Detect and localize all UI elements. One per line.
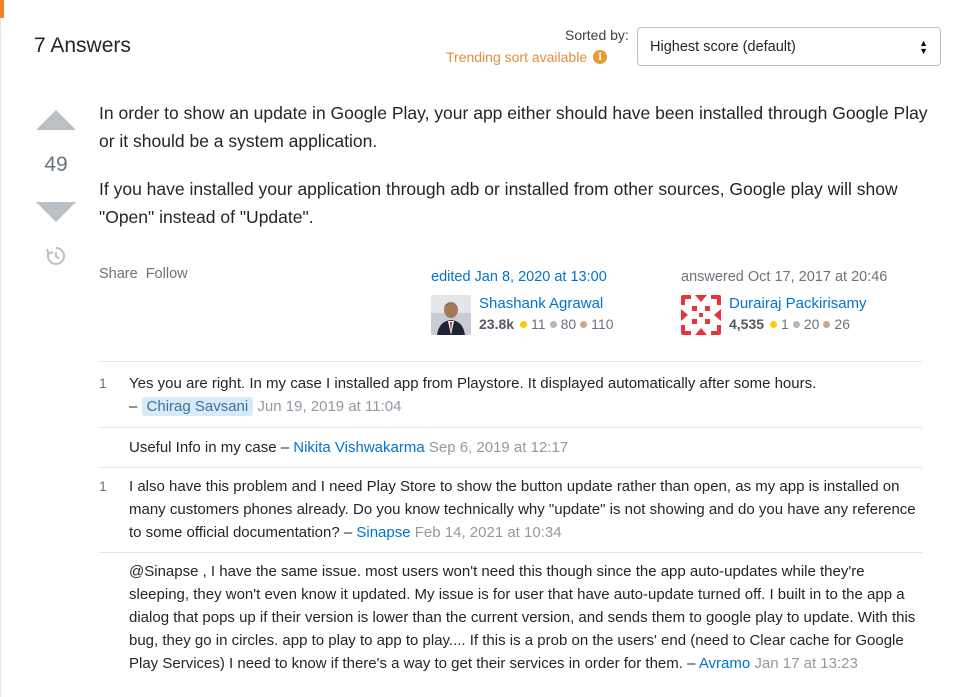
comment-date[interactable]: Feb 14, 2021 at 10:34 xyxy=(415,524,562,541)
comment: 1 I also have this problem and I need Pl… xyxy=(99,468,922,553)
silver-badge-count: 20 xyxy=(803,316,820,332)
sort-select[interactable]: Highest score (default) ▲ ▼ xyxy=(637,27,941,66)
comment-separator: – xyxy=(276,439,294,456)
answers-count-heading: 7 Answers xyxy=(34,34,131,57)
comment-text: Useful Info in my case xyxy=(129,439,277,456)
author-name[interactable]: Durairaj Packirisamy xyxy=(729,295,867,313)
comment-separator: – xyxy=(339,524,357,541)
bronze-badge-count: 110 xyxy=(591,316,614,332)
comment-date[interactable]: Jun 19, 2019 at 11:04 xyxy=(257,398,401,415)
silver-badge-icon xyxy=(549,320,557,328)
gold-badge-count: 1 xyxy=(781,316,789,332)
bronze-badge-icon xyxy=(823,320,831,328)
gold-badge-count: 11 xyxy=(531,316,546,332)
comment-user-link[interactable]: Nikita Vishwakarma xyxy=(293,439,424,456)
comment-score xyxy=(99,560,129,675)
editor-avatar[interactable] xyxy=(431,295,471,335)
author-identicon-avatar[interactable] xyxy=(681,295,721,335)
edited-timestamp-link[interactable]: edited Jan 8, 2020 at 13:00 xyxy=(431,269,614,289)
gold-badge-icon xyxy=(770,320,778,328)
downvote-button[interactable] xyxy=(36,202,76,222)
comment-user-link[interactable]: Chirag Savsani xyxy=(141,397,254,416)
follow-link[interactable]: Follow xyxy=(146,266,188,282)
comment-score: 1 xyxy=(99,478,107,494)
comment: Useful Info in my case – Nikita Vishwaka… xyxy=(99,428,922,468)
answer-body: In order to show an update in Google Pla… xyxy=(99,99,929,251)
bronze-badge-count: 26 xyxy=(834,316,850,332)
comment-body: @Sinapse , I have the same issue. most u… xyxy=(129,560,922,675)
gold-badge-icon xyxy=(520,320,528,328)
sorted-by-label: Sorted by: xyxy=(565,27,629,43)
comment-user-link[interactable]: Avramo xyxy=(699,655,750,672)
editor-signature: edited Jan 8, 2020 at 13:00 Shashank Agr… xyxy=(431,269,614,335)
comment: 1 Yes you are right. In my case I instal… xyxy=(99,362,922,428)
info-icon[interactable]: i xyxy=(593,50,608,64)
comments-list: 1 Yes you are right. In my case I instal… xyxy=(99,361,922,681)
vote-count: 49 xyxy=(44,153,68,176)
history-icon[interactable] xyxy=(45,245,67,267)
editor-name[interactable]: Shashank Agrawal xyxy=(479,295,614,313)
share-link[interactable]: Share xyxy=(99,266,138,282)
comment: @Sinapse , I have the same issue. most u… xyxy=(99,553,922,681)
select-arrows-icon: ▲ ▼ xyxy=(919,37,928,56)
left-border xyxy=(0,0,1,697)
comment-date[interactable]: Sep 6, 2019 at 12:17 xyxy=(429,439,568,456)
author-reputation: 4,535 1 20 26 xyxy=(729,316,867,332)
comment-body: Useful Info in my case – Nikita Vishwaka… xyxy=(129,436,922,459)
answer-paragraph: In order to show an update in Google Pla… xyxy=(99,103,928,151)
post-actions: Share Follow xyxy=(99,266,188,282)
active-nav-indicator xyxy=(0,0,4,18)
reputation-score: 23.8k xyxy=(479,316,515,332)
comment-separator: – xyxy=(129,398,142,415)
sort-select-value[interactable]: Highest score (default) xyxy=(650,39,796,55)
answer-paragraph: If you have installed your application t… xyxy=(99,179,898,227)
bronze-badge-icon xyxy=(580,320,588,328)
editor-reputation: 23.8k 11 80 110 xyxy=(479,316,614,332)
comment-body: Yes you are right. In my case I installe… xyxy=(129,372,922,418)
comment-user-link[interactable]: Sinapse xyxy=(356,524,410,541)
author-signature: answered Oct 17, 2017 at 20:46 Durairaj … xyxy=(681,269,887,335)
comment-score: 1 xyxy=(99,375,107,391)
trending-sort-notice[interactable]: Trending sort available i xyxy=(446,49,608,65)
reputation-score: 4,535 xyxy=(729,316,765,332)
comment-body: I also have this problem and I need Play… xyxy=(129,475,922,544)
trending-sort-text[interactable]: Trending sort available xyxy=(446,49,587,65)
comment-separator: – xyxy=(682,655,699,672)
comment-text: Yes you are right. In my case I installe… xyxy=(129,375,817,392)
comment-date[interactable]: Jan 17 at 13:23 xyxy=(754,655,857,672)
comment-score xyxy=(99,436,129,459)
upvote-button[interactable] xyxy=(36,110,76,130)
silver-badge-count: 80 xyxy=(560,316,577,332)
silver-badge-icon xyxy=(792,320,800,328)
answered-timestamp: answered Oct 17, 2017 at 20:46 xyxy=(681,269,888,285)
